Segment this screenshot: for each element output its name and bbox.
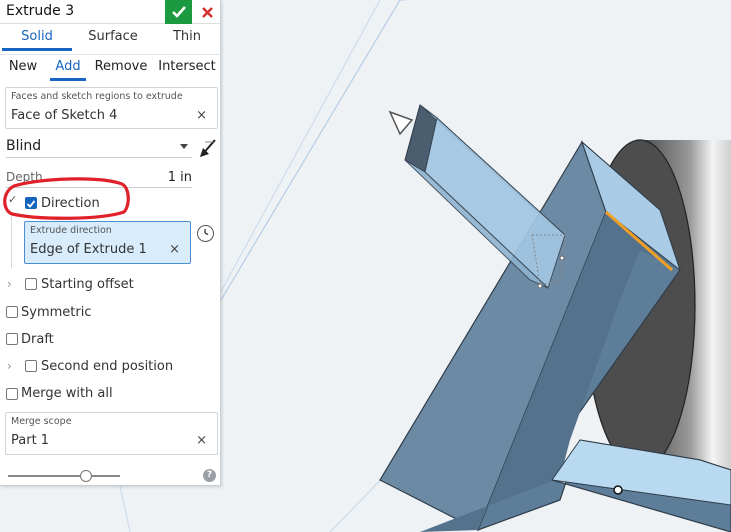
clear-icon[interactable]: ×: [169, 242, 180, 257]
history-button[interactable]: [197, 225, 214, 242]
op-remove[interactable]: Remove: [94, 55, 148, 81]
starting-offset-label: Starting offset: [41, 277, 134, 292]
op-intersect[interactable]: Intersect: [158, 55, 216, 81]
tab-surface[interactable]: Surface: [78, 25, 148, 51]
field-label: Merge scope: [11, 416, 72, 427]
extrude-direction-field[interactable]: Extrude direction Edge of Extrude 1 ×: [24, 221, 191, 264]
end-type-dropdown[interactable]: Blind: [6, 138, 192, 158]
merge-with-all-label: Merge with all: [21, 386, 113, 401]
draft-checkbox[interactable]: [6, 333, 18, 345]
mate-connector-icon[interactable]: [613, 485, 623, 495]
extrude-direction-value: Edge of Extrude 1: [30, 242, 147, 257]
flip-direction-button[interactable]: [199, 138, 217, 158]
second-end-label: Second end position: [41, 359, 174, 374]
merge-scope-field[interactable]: Merge scope Part 1 ×: [5, 412, 218, 455]
preview-slider-knob[interactable]: [80, 470, 92, 482]
clock-icon: [204, 229, 209, 236]
field-label: Extrude direction: [30, 225, 112, 236]
dialog-title: Extrude 3: [6, 3, 75, 19]
draft-label: Draft: [21, 332, 54, 347]
starting-offset-checkbox[interactable]: [25, 278, 37, 290]
chevron-right-icon[interactable]: ›: [7, 277, 12, 291]
merge-with-all-checkbox[interactable]: [6, 388, 18, 400]
dialog-header: Extrude 3: [0, 0, 221, 24]
faces-selection-field[interactable]: Faces and sketch regions to extrude Face…: [5, 87, 218, 129]
chevron-right-icon[interactable]: ›: [7, 359, 12, 373]
cancel-button[interactable]: [195, 0, 219, 24]
preview-slider-track[interactable]: [8, 475, 120, 477]
clear-icon[interactable]: ×: [196, 433, 207, 448]
merge-scope-value: Part 1: [11, 433, 50, 448]
depth-value: 1 in: [167, 170, 192, 185]
operation-tabs: New Add Remove Intersect: [0, 54, 221, 81]
op-add[interactable]: Add: [50, 55, 86, 81]
op-new[interactable]: New: [5, 55, 41, 81]
end-type-value: Blind: [6, 138, 42, 154]
close-icon: [201, 6, 213, 18]
tab-thin[interactable]: Thin: [155, 25, 219, 51]
field-label: Faces and sketch regions to extrude: [11, 91, 183, 102]
symmetric-checkbox[interactable]: [6, 306, 18, 318]
faces-selection-value: Face of Sketch 4: [11, 108, 118, 123]
clear-icon[interactable]: ×: [196, 108, 207, 123]
tab-solid[interactable]: Solid: [2, 25, 72, 51]
body-type-tabs: Solid Surface Thin: [0, 25, 221, 51]
symmetric-label: Symmetric: [21, 305, 92, 320]
chevron-down-icon: [180, 144, 188, 149]
second-end-checkbox[interactable]: [25, 360, 37, 372]
check-icon: [171, 6, 186, 18]
annotation-circle: [3, 177, 130, 220]
extrude-dialog: Extrude 3 Solid Surface Thin New Add Rem…: [0, 0, 221, 486]
flip-arrow-icon: [200, 139, 216, 157]
help-icon[interactable]: ?: [203, 469, 216, 482]
confirm-button[interactable]: [165, 0, 192, 24]
